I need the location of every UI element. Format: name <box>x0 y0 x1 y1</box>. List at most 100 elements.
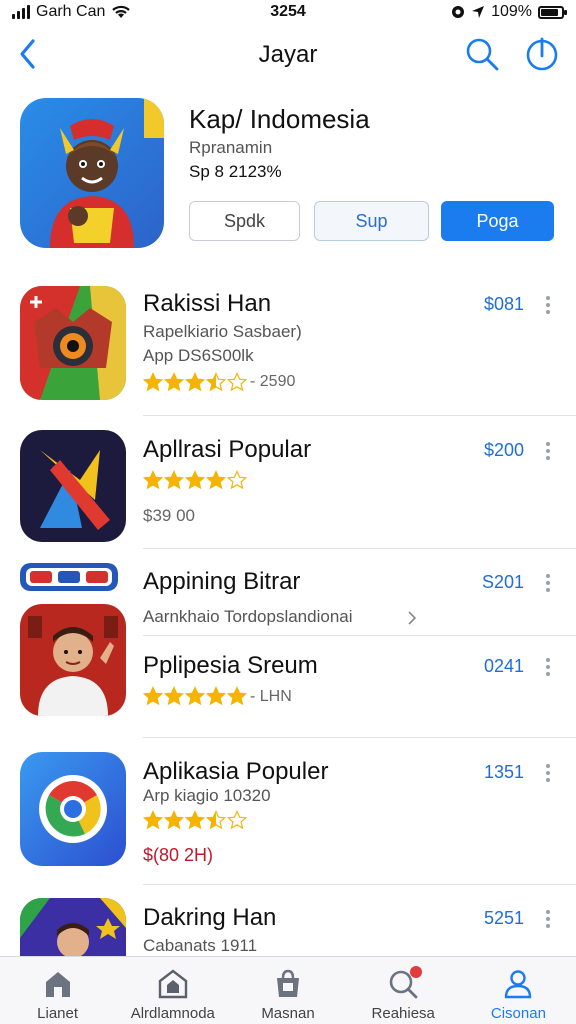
battery-fill <box>541 8 558 16</box>
store-icon <box>158 969 187 999</box>
divider <box>143 884 576 885</box>
star-icon <box>185 470 205 490</box>
tab-label: Reahiesa <box>371 1005 435 1022</box>
rating-count: - LHN <box>250 688 292 705</box>
app-icon <box>20 430 126 542</box>
back-button[interactable] <box>10 36 46 72</box>
rating-stars <box>143 372 247 392</box>
power-button[interactable] <box>522 34 562 74</box>
status-time: 3254 <box>270 3 306 20</box>
featured-title: Kap/ Indomesia <box>189 104 370 134</box>
status-left: Garh Can <box>12 3 212 21</box>
app-icon <box>20 898 126 956</box>
app-title: Apllrasi Popular <box>143 436 312 463</box>
star-icon <box>143 810 163 830</box>
star-icon <box>164 686 184 706</box>
star-icon <box>227 810 247 830</box>
rating-count: - 2590 <box>250 373 296 390</box>
tab-cisonan[interactable]: Cisonan <box>461 957 576 1024</box>
notification-badge <box>409 966 422 978</box>
app-title: Rakissi Han <box>143 290 272 317</box>
price-button[interactable]: 0241 <box>484 656 524 677</box>
carrier-label: Garh Can <box>36 3 106 20</box>
star-icon <box>206 470 226 490</box>
divider <box>143 737 576 738</box>
star-icon <box>227 686 247 706</box>
signal-icon <box>12 5 30 19</box>
more-icon[interactable] <box>540 764 556 782</box>
app-subtitle: Arp kiagio 10320 <box>143 786 271 805</box>
list-item[interactable]: Rakissi Han Rapelkiario Sasbaer) App DS6… <box>0 282 576 416</box>
home-icon <box>45 972 70 997</box>
tab-masnan[interactable]: Masnan <box>230 957 345 1024</box>
search-icon <box>466 38 499 71</box>
wifi-icon <box>112 5 131 18</box>
more-icon[interactable] <box>540 910 556 928</box>
price-button[interactable]: 1351 <box>484 762 524 783</box>
app-title: Dakring Han <box>143 904 277 931</box>
star-icon <box>164 470 184 490</box>
location-icon <box>472 6 485 18</box>
more-icon[interactable] <box>540 442 556 460</box>
star-icon <box>164 372 184 392</box>
star-icon <box>185 810 205 830</box>
nav-bar: Jayar <box>0 30 576 80</box>
featured-button-1[interactable]: Spdk <box>189 201 300 241</box>
rating-stars <box>143 810 247 830</box>
sale-price: $(80 2H) <box>143 845 214 865</box>
app-title: Appining Bitrar <box>143 568 301 595</box>
star-icon <box>185 686 205 706</box>
list-item[interactable]: Apllrasi Popular $39 00 $200 <box>0 428 576 549</box>
divider <box>143 548 576 549</box>
app-title: Pplipesia Sreum <box>143 652 318 679</box>
rating-stars <box>143 470 247 490</box>
star-icon <box>227 372 247 392</box>
get-button[interactable]: Poga <box>441 201 554 241</box>
tab-bar: Lianet Alrdlamnoda Masnan Reahiesa Cison… <box>0 956 576 1024</box>
featured-subtitle: Rpranamin <box>189 138 273 157</box>
power-icon <box>526 37 558 71</box>
more-icon[interactable] <box>540 574 556 592</box>
app-title: Aplikasia Populer <box>143 758 329 785</box>
chevron-left-icon <box>20 39 35 69</box>
tab-label: Lianet <box>37 1005 79 1022</box>
featured-app-icon <box>20 98 164 248</box>
price-button[interactable]: $081 <box>484 294 524 315</box>
list-item[interactable]: Pplipesia Sreum - LHN 0241 <box>0 604 576 738</box>
tab-label: Masnan <box>261 1005 315 1022</box>
divider <box>143 415 576 416</box>
price-button[interactable]: $200 <box>484 440 524 461</box>
star-icon <box>206 686 226 706</box>
star-icon <box>206 810 226 830</box>
search-button[interactable] <box>462 34 502 74</box>
app-icon <box>20 752 126 866</box>
alarm-icon <box>452 6 465 18</box>
app-icon <box>20 286 126 400</box>
tab-reahiesa[interactable]: Reahiesa <box>346 957 461 1024</box>
status-bar: Garh Can 3254 109% <box>0 0 576 24</box>
star-icon <box>143 372 163 392</box>
app-subtitle: Cabanats 1911 <box>143 936 258 955</box>
list-item[interactable]: Dakring Han Cabanats 1911 5251 <box>0 898 576 956</box>
featured-app[interactable]: Kap/ Indomesia Rpranamin Sp 8 2123% Spdk… <box>0 96 576 256</box>
list-item[interactable]: Aplikasia Populer Arp kiagio 10320 $(80 … <box>0 752 576 885</box>
star-icon <box>143 686 163 706</box>
star-icon <box>185 372 205 392</box>
battery-icon <box>538 5 567 19</box>
status-right: 109% <box>364 3 567 21</box>
app-price-line: $39 00 <box>143 506 195 525</box>
featured-button-2[interactable]: Sup <box>314 201 429 241</box>
star-icon <box>164 810 184 830</box>
person-icon <box>505 970 532 999</box>
price-button[interactable]: S201 <box>482 572 524 593</box>
more-icon[interactable] <box>540 296 556 314</box>
tab-alrdlamnoda[interactable]: Alrdlamnoda <box>115 957 230 1024</box>
more-icon[interactable] <box>540 658 556 676</box>
bag-icon <box>277 969 299 997</box>
tab-lianet[interactable]: Lianet <box>0 957 115 1024</box>
star-icon <box>143 470 163 490</box>
star-icon <box>227 470 247 490</box>
price-button[interactable]: 5251 <box>484 908 524 929</box>
app-subtitle: Rapelkiario Sasbaer) <box>143 322 302 341</box>
rating-stars <box>143 686 247 706</box>
